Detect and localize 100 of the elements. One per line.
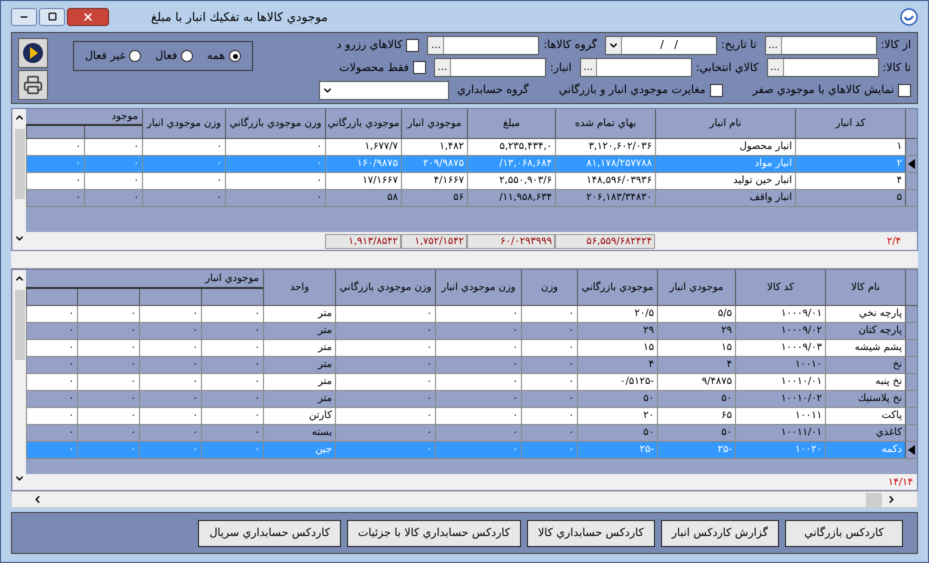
action-button[interactable]: گزارش كاردكس انبار <box>660 520 779 546</box>
column-header[interactable]: نام كالا <box>825 270 905 305</box>
table-cell: ۰ <box>84 156 142 172</box>
run-button[interactable] <box>18 38 48 68</box>
table-cell: ۴ <box>577 357 657 373</box>
checkbox[interactable] <box>710 84 723 97</box>
radio-button[interactable] <box>181 50 194 62</box>
column-header[interactable]: مبلغ <box>467 109 555 138</box>
table-cell: ۰ <box>77 357 139 373</box>
table-cell: ۰ <box>84 139 142 155</box>
lookup-button[interactable]: ... <box>766 37 782 54</box>
vertical-scrollbar[interactable] <box>12 109 26 250</box>
field-label: از كالا: <box>880 37 911 54</box>
table-cell: ۲۹ <box>577 323 657 339</box>
table-cell: ۰ <box>435 340 521 356</box>
column-header[interactable]: موجودي بازرگاني <box>325 109 401 138</box>
lookup-field[interactable]: ... <box>427 36 540 56</box>
scroll-thumb[interactable] <box>14 129 24 199</box>
column-header[interactable]: موجودي انبار <box>657 270 735 305</box>
table-row[interactable]: پشم شيشه ۱۰۰۰۹/۰۳ ۱۵ ۱۵ ۰ ۰ ۰ متر ۰ ۰ ۰ ۰ <box>26 340 917 357</box>
checkbox[interactable] <box>412 61 426 74</box>
vertical-scrollbar[interactable] <box>12 270 26 490</box>
table-row[interactable]: نخ پنبه ۱۰۰۱۰/۰۱ ۹/۴۸۷۵ -۰/۵۱۲۵ ۰ ۰ ۰ متر ۰ ۰ ۰ ۰ <box>26 374 917 391</box>
table-cell: ۵۰ <box>577 391 657 407</box>
lookup-field[interactable]: ... <box>764 36 877 56</box>
table-cell: ۱۳,۰۶۸,۶۸۴/ <box>467 156 555 172</box>
column-header[interactable]: بهاي تمام شده <box>555 109 655 138</box>
table-cell: ۰ <box>201 425 263 441</box>
action-button[interactable]: كاردكس بازرگاني <box>785 520 903 546</box>
maximize-button[interactable] <box>39 8 65 26</box>
table-cell: انبار مواد <box>655 156 795 172</box>
lookup-button[interactable]: ... <box>434 59 451 76</box>
row-indicator[interactable] <box>905 156 917 172</box>
lookup-field[interactable]: ... <box>766 58 879 78</box>
table-row[interactable]: كاغذي ۱۰۰۱۱/۰۱ ۵۰ ۵۰ ۰ ۰ ۰ بسته ۰ ۰ ۰ ۰ <box>26 425 917 442</box>
table-cell: پارچه نخي <box>825 306 905 322</box>
lookup-field[interactable]: ... <box>434 58 546 78</box>
table-cell: ۱,۶۷۷/۷ <box>325 139 401 155</box>
table-cell: ۰ <box>139 306 201 322</box>
checkbox[interactable] <box>406 39 420 52</box>
table-cell: ۰ <box>225 190 325 206</box>
column-header[interactable]: موجودي بازرگاني <box>577 270 657 305</box>
lookup-field[interactable]: ... <box>580 58 692 78</box>
table-cell: ۰ <box>201 391 263 407</box>
action-button[interactable]: كاردكس حسابداري كالا <box>527 520 655 546</box>
column-header[interactable]: وزن موجودي انبار <box>435 270 521 305</box>
table-row[interactable]: پاكت ۱۰۰۱۱ ۶۵ ۲۰ ۰ ۰ ۰ كارتن ۰ ۰ ۰ ۰ <box>26 408 917 425</box>
action-button[interactable]: كاردكس حسابداري سريال <box>198 520 341 546</box>
table-cell: ۰ <box>435 323 521 339</box>
lookup-button[interactable]: ... <box>580 59 597 76</box>
table-row[interactable]: پارچه نخي ۱۰۰۰۹/۰۱ ۵/۵ ۲۰/۵ ۰ ۰ ۰ متر ۰ ۰ ۰ ۰ <box>26 306 917 323</box>
table-cell: ۰ <box>139 425 201 441</box>
column-header[interactable] <box>26 288 77 305</box>
table-cell: ۵۰ <box>577 425 657 441</box>
checkbox[interactable] <box>898 84 911 97</box>
close-icon <box>82 10 94 22</box>
column-header[interactable]: نام انبار <box>655 109 795 138</box>
radio-button[interactable] <box>229 50 242 62</box>
play-icon <box>22 42 44 64</box>
horizontal-scrollbar[interactable] <box>11 491 918 508</box>
column-header[interactable]: موجودي انبار <box>401 109 467 138</box>
column-header[interactable] <box>139 288 201 305</box>
column-header[interactable]: كد انبار <box>795 109 905 138</box>
column-header[interactable] <box>201 288 263 305</box>
table-cell: ۰ <box>435 391 521 407</box>
radio-button[interactable] <box>129 50 142 62</box>
table-cell: ۲۰ <box>577 408 657 424</box>
table-cell: ۰ <box>201 340 263 356</box>
dropdown-button[interactable] <box>606 37 622 54</box>
date-field[interactable]: / / <box>605 36 718 56</box>
column-header[interactable]: كد كالا <box>735 270 825 305</box>
record-count: ۱۴/۱۴ <box>887 476 914 490</box>
scroll-thumb[interactable] <box>14 290 24 360</box>
table-cell: كارتن <box>263 408 335 424</box>
dropdown-field[interactable] <box>319 80 450 100</box>
table-row[interactable]: ۵ انبار واقف ۲۰۶,۱۸۳/۳۴۸۳۰ ۱۱,۹۵۸,۶۳۴/ ۵۶ ۵۸ ۰ ۰ ۰ ۰ <box>26 190 917 207</box>
lookup-button[interactable]: ... <box>428 37 444 54</box>
table-row[interactable]: ۴ انبار حين توليد ۱۴۸,۵۹۶/۰۳۹۳۶ ۲,۵۵۰,۹۰۳/۶ ۴/۱۶۶۷ ۱۷/۱۶۶۷ ۰ ۰ ۰ ۰ <box>26 173 917 190</box>
table-cell: متر <box>263 306 335 322</box>
scroll-thumb[interactable] <box>866 492 882 506</box>
column-header[interactable]: وزن موجودي بازرگاني <box>335 270 435 305</box>
column-header[interactable]: وزن <box>521 270 577 305</box>
close-button[interactable] <box>67 8 109 26</box>
column-header[interactable] <box>77 288 139 305</box>
print-button[interactable] <box>18 70 48 100</box>
column-header[interactable]: وزن موجودي بازرگاني <box>225 109 325 138</box>
table-cell: ۰ <box>335 408 435 424</box>
table-cell: ۰ <box>77 374 139 390</box>
checkbox-label: مغايرت موجودي انبار و بازرگاني <box>558 82 706 98</box>
table-cell: ۱۰۰۱۱/۰۱ <box>735 425 825 441</box>
field-label: گروه حسابداري <box>457 82 529 98</box>
table-row[interactable]: ۱ انبار محصول ۳,۱۲۰,۶۰۲/۰۳۶ ۵,۲۳۵,۴۳۴,۰ ۱,۴۸۲ ۱,۶۷۷/۷ ۰ ۰ ۰ ۰ <box>26 139 917 156</box>
lookup-button[interactable]: ... <box>768 59 784 76</box>
row-indicator[interactable] <box>905 442 917 458</box>
table-row[interactable]: نخ پلاستيك ۱۰۰۱۰/۰۲ ۵۰ ۵۰ ۰ ۰ ۰ متر ۰ ۰ ۰ ۰ <box>26 391 917 408</box>
table-cell: ۰ <box>435 442 521 458</box>
action-button[interactable]: كاردكس حسابداري كالا با جزئيات <box>346 520 522 546</box>
table-cell: ۰ <box>521 391 577 407</box>
table-row[interactable]: پارچه كتان ۱۰۰۰۹/۰۲ ۲۹ ۲۹ ۰ ۰ ۰ متر ۰ ۰ ۰ ۰ <box>26 323 917 340</box>
table-row[interactable]: نخ ۱۰۰۱۰ ۴ ۴ ۰ ۰ ۰ متر ۰ ۰ ۰ ۰ <box>26 357 917 374</box>
